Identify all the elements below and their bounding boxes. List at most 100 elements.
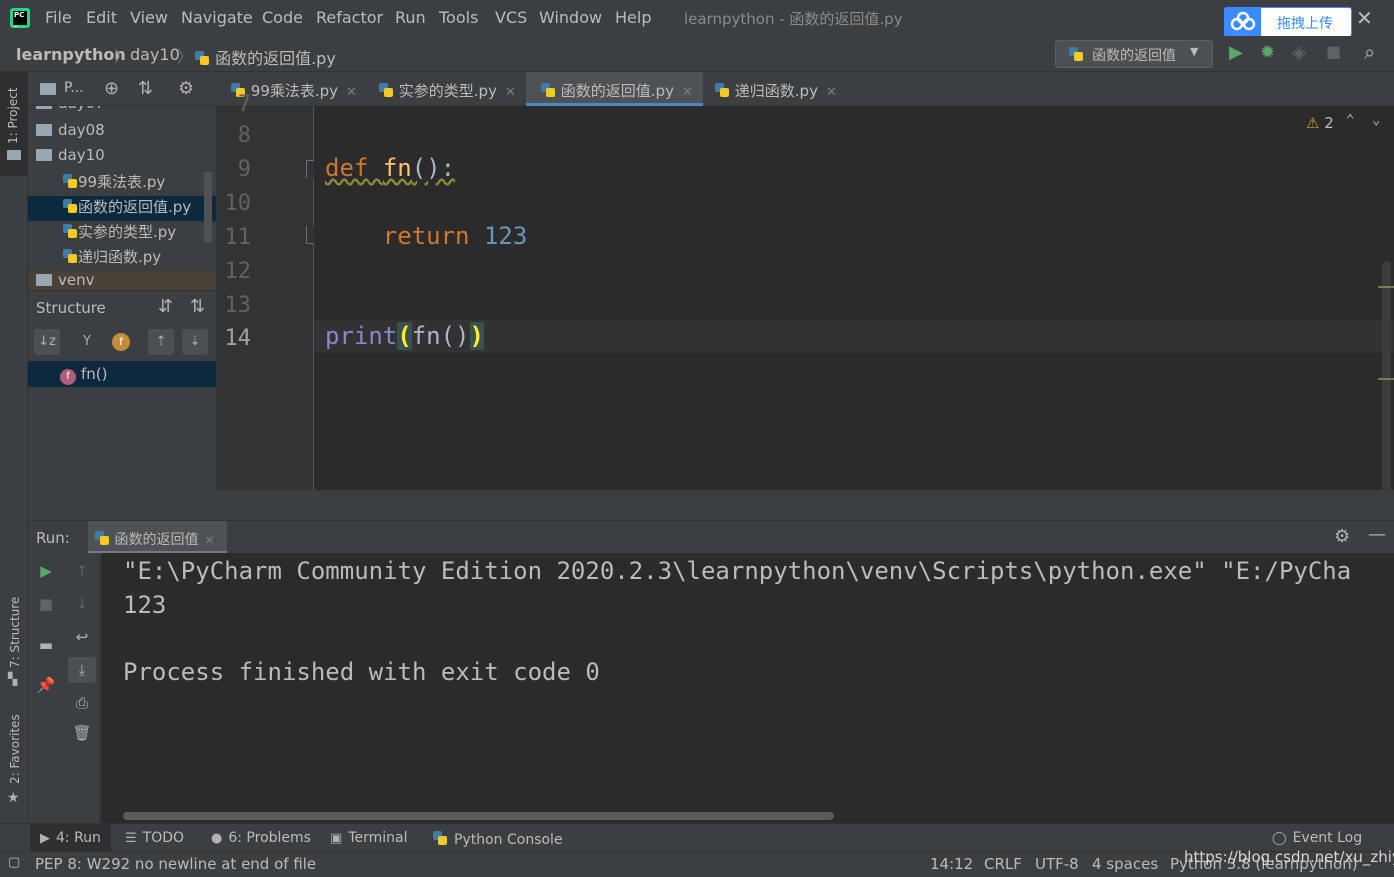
tree-file-recursion[interactable]: 递归函数.py bbox=[28, 246, 216, 271]
scroll-from-source-icon[interactable]: ⇡ bbox=[148, 329, 174, 355]
line-separator[interactable]: CRLF bbox=[984, 855, 1022, 873]
structure-tool-label[interactable]: 7: Structure bbox=[8, 597, 22, 668]
console-line: Process finished with exit code 0 bbox=[123, 658, 600, 686]
status-message[interactable]: PEP 8: W292 no newline at end of file bbox=[35, 855, 316, 873]
line-number: 10 bbox=[224, 191, 252, 216]
python-file-icon bbox=[62, 223, 78, 239]
menu-vcs[interactable]: VCS bbox=[495, 8, 527, 27]
breadcrumb-project[interactable]: learnpython bbox=[16, 45, 126, 64]
tree-folder-day10[interactable]: day10 bbox=[28, 146, 216, 171]
tool-tab-run[interactable]: ▶ 4: Run bbox=[30, 824, 111, 852]
toggle-tool-windows-icon[interactable]: ▢ bbox=[8, 855, 20, 870]
show-fields-icon[interactable]: f bbox=[108, 329, 134, 355]
pin-icon[interactable]: 📌 bbox=[36, 675, 56, 695]
console-output[interactable]: "E:\PyCharm Community Edition 2020.2.3\l… bbox=[101, 553, 1394, 823]
scroll-to-end-icon[interactable]: ⤓ bbox=[68, 657, 96, 683]
menu-file[interactable]: File bbox=[45, 8, 72, 27]
rerun-icon[interactable]: ▶ bbox=[36, 561, 56, 581]
tab-label: 递归函数.py bbox=[734, 82, 818, 100]
run-panel-header: Run: 函数的返回值 ✕ ⚙ — bbox=[28, 520, 1394, 554]
tab-return[interactable]: 函数的返回值.py ✕ bbox=[526, 72, 703, 106]
run-icon[interactable]: ▶ bbox=[1229, 42, 1243, 63]
soft-wrap-icon[interactable]: ↩ bbox=[72, 627, 92, 647]
project-stripe-button[interactable]: 1: Project bbox=[0, 72, 28, 176]
coverage-icon[interactable]: ◈ bbox=[1292, 42, 1306, 63]
scroll-to-source-icon[interactable]: ⇣ bbox=[182, 329, 208, 355]
tree-folder-venv[interactable]: venv bbox=[28, 271, 216, 290]
code-line-def: def fn(): bbox=[325, 154, 455, 182]
menu-tools[interactable]: Tools bbox=[439, 8, 478, 27]
minimize-icon[interactable]: — bbox=[1368, 524, 1386, 545]
caret-position[interactable]: 14:12 bbox=[930, 855, 973, 873]
layout-icon[interactable]: ▬ bbox=[36, 635, 56, 655]
menu-run[interactable]: Run bbox=[395, 8, 426, 27]
warning-icon: ⚠ bbox=[1306, 114, 1320, 132]
menu-navigate[interactable]: Navigate bbox=[181, 8, 253, 27]
favorites-tool-label[interactable]: 2: Favorites bbox=[8, 714, 22, 784]
stop-icon[interactable]: ■ bbox=[36, 594, 56, 614]
tool-tab-python-console[interactable]: Python Console bbox=[422, 824, 573, 852]
tree-file-args[interactable]: 实参的类型.py bbox=[28, 221, 216, 246]
close-icon[interactable]: ✕ bbox=[346, 85, 357, 100]
editor-scrollbar[interactable] bbox=[1382, 261, 1391, 490]
run-toolbar-secondary: ↑ ↓ ↩ ⤓ ⎙ 🗑 bbox=[64, 553, 100, 823]
hierarchy-icon[interactable]: Y bbox=[74, 329, 100, 355]
breadcrumb-file[interactable]: 函数的返回值.py bbox=[194, 45, 336, 69]
indent-setting[interactable]: 4 spaces bbox=[1092, 855, 1158, 873]
menu-code[interactable]: Code bbox=[262, 8, 303, 27]
locate-icon[interactable]: ⊕ bbox=[104, 78, 119, 99]
collapse-all-icon[interactable]: ⇅ bbox=[190, 296, 205, 317]
sort-alpha-icon[interactable]: ↓z bbox=[34, 329, 60, 355]
tool-tab-problems[interactable]: ● 6: Problems bbox=[201, 824, 321, 852]
run-configuration-select[interactable]: 函数的返回值 ▼ bbox=[1055, 40, 1213, 68]
menu-window[interactable]: Window bbox=[539, 8, 602, 27]
trash-icon[interactable]: 🗑 bbox=[72, 723, 92, 743]
run-label: Run: bbox=[36, 529, 70, 547]
collapse-all-icon[interactable]: ⇅ bbox=[138, 78, 153, 99]
menu-edit[interactable]: Edit bbox=[86, 8, 117, 27]
folder-icon bbox=[36, 149, 52, 161]
warnings-indicator[interactable]: ⚠ 2 bbox=[1306, 114, 1334, 132]
close-icon[interactable]: ✕ bbox=[1356, 6, 1373, 30]
tool-tab-todo[interactable]: ☰ TODO bbox=[115, 824, 194, 852]
search-icon[interactable]: ⌕ bbox=[1364, 40, 1375, 64]
tree-file-99[interactable]: 99乘法表.py bbox=[28, 171, 216, 196]
menu-help[interactable]: Help bbox=[615, 8, 651, 27]
close-icon[interactable]: ✕ bbox=[682, 85, 693, 100]
expand-all-icon[interactable]: ⇵ bbox=[158, 296, 173, 317]
project-view-select[interactable]: P... bbox=[64, 80, 84, 96]
arrow-down-icon[interactable]: ↓ bbox=[72, 594, 92, 614]
tree-folder-day08[interactable]: day08 bbox=[28, 121, 216, 146]
debug-icon[interactable]: ✹ bbox=[1260, 42, 1275, 63]
error-stripe-mark[interactable] bbox=[1378, 378, 1394, 380]
console-horizontal-scrollbar[interactable] bbox=[123, 812, 834, 820]
code-call: fn() bbox=[411, 322, 470, 350]
tool-tab-terminal[interactable]: ▣ Terminal bbox=[320, 824, 417, 852]
print-icon[interactable]: ⎙ bbox=[72, 693, 92, 713]
tree-file-return[interactable]: 函数的返回值.py bbox=[28, 196, 216, 221]
structure-item-fn[interactable]: f fn() bbox=[28, 361, 216, 387]
close-icon[interactable]: ✕ bbox=[204, 533, 214, 547]
paren-close: ) bbox=[469, 322, 484, 350]
tab-args[interactable]: 实参的类型.py ✕ bbox=[364, 72, 526, 106]
gear-icon[interactable]: ⚙ bbox=[1334, 526, 1350, 547]
chevron-down-icon[interactable]: ⌄ bbox=[1372, 112, 1380, 128]
stop-icon[interactable]: ■ bbox=[1326, 42, 1341, 61]
menu-view[interactable]: View bbox=[130, 8, 168, 27]
chevron-up-icon[interactable]: ⌃ bbox=[1346, 112, 1354, 128]
menu-refactor[interactable]: Refactor bbox=[316, 8, 383, 27]
close-icon[interactable]: ✕ bbox=[505, 85, 516, 100]
project-scrollbar[interactable] bbox=[204, 172, 212, 242]
code-editor[interactable]: def fn(): return 123 print(fn()) ⚠ 2 ⌃ ⌄ bbox=[314, 106, 1394, 490]
file-encoding[interactable]: UTF-8 bbox=[1035, 855, 1079, 873]
close-icon[interactable]: ✕ bbox=[826, 85, 837, 100]
structure-item-label: fn() bbox=[81, 365, 108, 383]
breadcrumb-folder[interactable]: day10 bbox=[130, 45, 180, 64]
error-stripe-mark[interactable] bbox=[1378, 286, 1394, 288]
gear-icon[interactable]: ⚙ bbox=[178, 78, 194, 99]
tab-recursion[interactable]: 递归函数.py ✕ bbox=[700, 72, 847, 106]
folder-icon bbox=[36, 124, 52, 136]
run-tab[interactable]: 函数的返回值 ✕ bbox=[88, 521, 227, 554]
upload-button[interactable]: 拖拽上传 bbox=[1224, 7, 1352, 37]
arrow-up-icon[interactable]: ↑ bbox=[72, 561, 92, 581]
